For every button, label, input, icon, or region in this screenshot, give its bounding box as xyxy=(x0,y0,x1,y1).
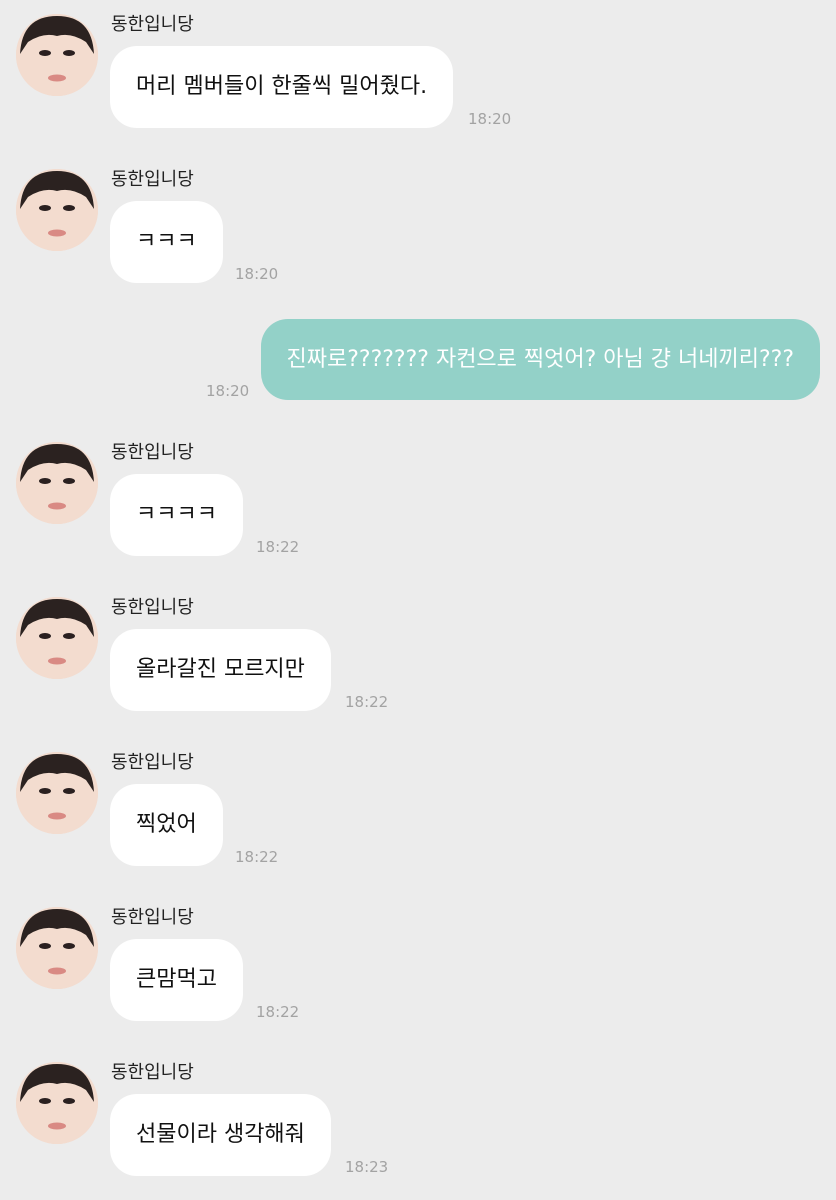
timestamp: 18:20 xyxy=(235,265,279,283)
sender-name: 동한입니당 xyxy=(111,597,194,618)
message-bubble[interactable]: ㅋㅋㅋ xyxy=(110,201,223,283)
avatar-icon[interactable] xyxy=(16,169,98,251)
message-row: 동한입니당 ㅋㅋㅋㅋ 18:22 xyxy=(0,428,836,568)
chat-thread[interactable]: 동한입니당 머리 멤버들이 한줄씩 밀어줬다. 18:20 동한입니당 ㅋㅋㅋ … xyxy=(0,0,836,1200)
message-bubble[interactable]: 찍었어 xyxy=(110,784,223,866)
timestamp: 18:20 xyxy=(468,110,512,128)
message-row: 동한입니당 머리 멤버들이 한줄씩 밀어줬다. 18:20 xyxy=(0,0,836,140)
avatar-icon[interactable] xyxy=(16,14,98,96)
message-row: 동한입니당 찍었어 18:22 xyxy=(0,738,836,878)
timestamp: 18:22 xyxy=(256,1003,300,1021)
timestamp: 18:22 xyxy=(235,848,279,866)
timestamp: 18:20 xyxy=(206,382,250,400)
message-row: 동한입니당 ㅋㅋㅋ 18:20 xyxy=(0,155,836,295)
message-bubble[interactable]: 큰맘먹고 xyxy=(110,939,243,1021)
timestamp: 18:22 xyxy=(345,693,389,711)
sender-name: 동한입니당 xyxy=(111,169,194,190)
sender-name: 동한입니당 xyxy=(111,1062,194,1083)
message-bubble[interactable]: 올라갈진 모르지만 xyxy=(110,629,331,711)
message-row: 동한입니당 올라갈진 모르지만 18:22 xyxy=(0,583,836,723)
message-bubble[interactable]: ㅋㅋㅋㅋ xyxy=(110,474,243,556)
message-row: 동한입니당 큰맘먹고 18:22 xyxy=(0,893,836,1033)
sender-name: 동한입니당 xyxy=(111,907,194,928)
message-row: 동한입니당 선물이라 생각해줘 18:23 xyxy=(0,1048,836,1188)
avatar-icon[interactable] xyxy=(16,442,98,524)
message-row: 18:20 진짜로??????? 자컨으로 찍엇어? 아님 걍 너네끼리??? xyxy=(0,319,836,409)
avatar-icon[interactable] xyxy=(16,1062,98,1144)
avatar-icon[interactable] xyxy=(16,752,98,834)
avatar-icon[interactable] xyxy=(16,597,98,679)
sender-name: 동한입니당 xyxy=(111,14,194,35)
timestamp: 18:22 xyxy=(256,538,300,556)
message-bubble[interactable]: 선물이라 생각해줘 xyxy=(110,1094,331,1176)
avatar-icon[interactable] xyxy=(16,907,98,989)
sender-name: 동한입니당 xyxy=(111,442,194,463)
message-bubble[interactable]: 진짜로??????? 자컨으로 찍엇어? 아님 걍 너네끼리??? xyxy=(260,319,820,400)
sender-name: 동한입니당 xyxy=(111,752,194,773)
timestamp: 18:23 xyxy=(345,1158,389,1176)
message-bubble[interactable]: 머리 멤버들이 한줄씩 밀어줬다. xyxy=(110,46,454,128)
